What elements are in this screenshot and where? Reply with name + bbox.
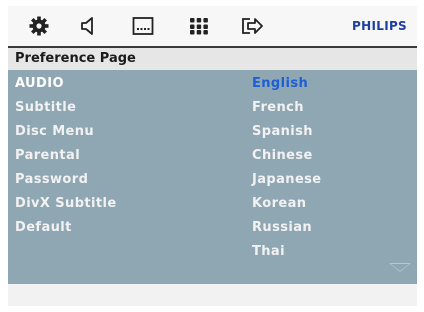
gear-icon[interactable]: [26, 14, 52, 38]
brand-logo: PHILIPS: [352, 19, 407, 33]
status-bar: [8, 284, 417, 306]
option-japanese[interactable]: Japanese: [252, 170, 322, 190]
chevron-down-icon[interactable]: [389, 263, 411, 272]
menu-item-parental[interactable]: Parental: [15, 146, 80, 166]
settings-panel: AUDIO Subtitle Disc Menu Parental Passwo…: [8, 70, 417, 284]
menu-item-audio[interactable]: AUDIO: [15, 74, 64, 94]
option-french[interactable]: French: [252, 98, 304, 118]
option-russian[interactable]: Russian: [252, 218, 312, 238]
speaker-icon[interactable]: [76, 14, 102, 38]
option-korean[interactable]: Korean: [252, 194, 306, 214]
option-english[interactable]: English: [252, 74, 308, 94]
setup-toolbar: PHILIPS: [8, 6, 417, 46]
screen-icon[interactable]: [130, 14, 156, 38]
exit-icon[interactable]: [240, 14, 266, 38]
option-thai[interactable]: Thai: [252, 242, 285, 262]
osd-window: PHILIPS Preference Page AUDIO Subtitle D…: [8, 6, 417, 306]
option-chinese[interactable]: Chinese: [252, 146, 313, 166]
menu-item-disc-menu[interactable]: Disc Menu: [15, 122, 94, 142]
menu-item-subtitle[interactable]: Subtitle: [15, 98, 76, 118]
grid-icon[interactable]: [186, 14, 212, 38]
option-spanish[interactable]: Spanish: [252, 122, 313, 142]
page-title: Preference Page: [8, 48, 417, 70]
menu-item-default[interactable]: Default: [15, 218, 72, 238]
menu-item-password[interactable]: Password: [15, 170, 88, 190]
menu-item-divx-subtitle[interactable]: DivX Subtitle: [15, 194, 117, 214]
